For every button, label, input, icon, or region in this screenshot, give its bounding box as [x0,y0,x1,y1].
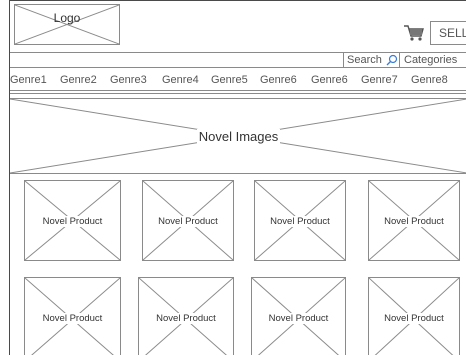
product-card[interactable]: Novel Product [368,180,460,261]
shopping-cart-icon[interactable] [403,24,425,42]
genre-link-6b[interactable]: Genre6 [311,72,348,88]
search-input[interactable]: Search [343,53,400,67]
product-label: Novel Product [156,313,216,324]
product-card[interactable]: Novel Product [368,277,460,355]
product-card[interactable]: Novel Product [142,180,234,261]
page-frame: Logo SELL Search Categories Genre1 Genre… [9,0,466,355]
product-card[interactable]: Novel Product [254,180,346,261]
genre-link-1[interactable]: Genre1 [10,72,47,88]
product-card[interactable]: Novel Product [24,180,121,261]
genre-link-7[interactable]: Genre7 [361,72,398,88]
product-card[interactable]: Novel Product [24,277,121,355]
logo[interactable]: Logo [14,4,120,45]
search-label: Search [347,54,382,66]
product-label: Novel Product [270,216,330,227]
genre-nav: Genre1 Genre2 Genre3 Genre4 Genre5 Genre… [10,71,466,91]
hero-label: Novel Images [196,129,281,144]
magnifier-icon[interactable] [386,54,398,66]
logo-label: Logo [53,11,81,25]
genre-link-4[interactable]: Genre4 [162,72,199,88]
search-bar: Search Categories [10,52,466,68]
genre-link-5[interactable]: Genre5 [211,72,248,88]
genre-link-6[interactable]: Genre6 [260,72,297,88]
product-label: Novel Product [384,313,444,324]
genre-link-8[interactable]: Genre8 [411,72,448,88]
product-label: Novel Product [268,313,329,324]
genre-link-3[interactable]: Genre3 [110,72,147,88]
product-label: Novel Product [42,313,103,324]
product-label: Novel Product [158,216,218,227]
product-label: Novel Product [42,216,103,227]
divider [10,93,466,94]
product-card[interactable]: Novel Product [251,277,346,355]
product-label: Novel Product [384,216,444,227]
product-card[interactable]: Novel Product [138,277,234,355]
hero-banner[interactable]: Novel Images [10,98,466,174]
genre-link-2[interactable]: Genre2 [60,72,97,88]
sell-button[interactable]: SELL [430,21,466,45]
categories-link[interactable]: Categories [402,53,466,67]
